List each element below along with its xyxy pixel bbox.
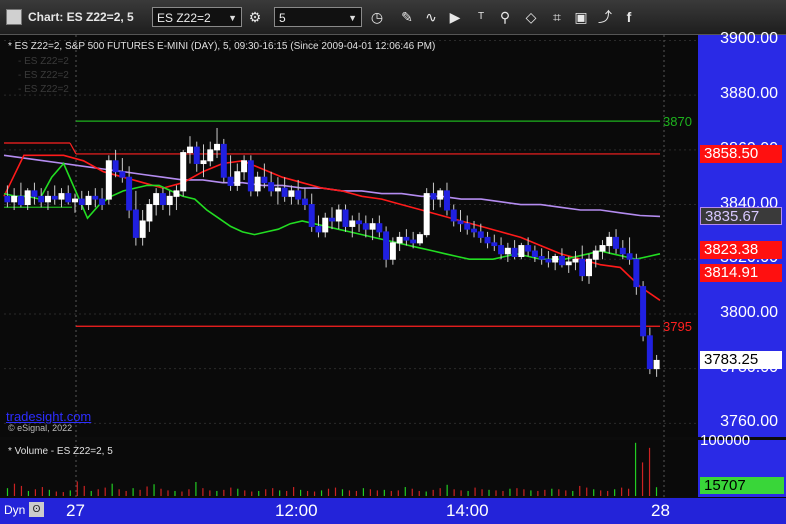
volume-axis-top: 100000	[700, 432, 751, 449]
window-menu-icon[interactable]	[6, 9, 22, 25]
symbol-input[interactable]: ES Z22=2 ▼	[152, 7, 242, 27]
y-tick-7: 3760.00	[720, 413, 778, 431]
eraser-icon[interactable]: ◇	[520, 7, 542, 27]
clock-icon[interactable]: ◷	[366, 7, 388, 27]
share-icon[interactable]: ⤴	[594, 7, 616, 27]
dyn-label: Dyn	[4, 503, 26, 517]
interval-input[interactable]: 5 ▼	[274, 7, 362, 27]
x-label-28: 28	[651, 501, 670, 520]
bookmark-icon[interactable]: ▣	[570, 7, 592, 27]
copyright: © eSignal, 2022	[8, 423, 73, 433]
x-label-1400: 14:00	[446, 501, 489, 520]
y-tick-5: 3800.00	[720, 303, 778, 321]
x-label-27: 27	[66, 501, 85, 520]
price-tag-3: 3814.91	[700, 264, 782, 283]
interval-value: 5	[279, 11, 286, 25]
ghost-legend-1: - ES Z22=2	[18, 56, 69, 67]
grid-icon[interactable]: ⌗	[546, 7, 568, 27]
pencil-icon[interactable]: ✎	[396, 7, 418, 27]
price-legend: * ES Z22=2, S&P 500 FUTURES E-MINI (DAY)…	[8, 41, 436, 52]
chart-icon[interactable]: ∿	[420, 7, 442, 27]
title-bar: Chart: ES Z22=2, 5 ES Z22=2 ▼ ⚙ 5 ▼ ◷ ✎ …	[0, 0, 786, 35]
x-label-1200: 12:00	[275, 501, 318, 520]
price-panel[interactable]	[0, 35, 698, 437]
y-tick-1: 3880.00	[720, 85, 778, 103]
pin-icon[interactable]: ⚲	[494, 7, 516, 27]
volume-last-tag: 15707	[700, 477, 784, 494]
facebook-icon[interactable]: f	[618, 7, 640, 27]
symbol-value: ES Z22=2	[157, 11, 211, 25]
dyn-toggle-icon[interactable]: ʘ	[29, 502, 44, 517]
y-tick-0: 3900.00	[720, 30, 778, 48]
time-axis[interactable]: Dyn ʘ 27 12:00 14:00 28	[0, 498, 786, 524]
ghost-legend-3: - ES Z22=2	[18, 84, 69, 95]
price-tag-4: 3783.25	[700, 350, 782, 369]
window-title: Chart: ES Z22=2, 5	[28, 10, 134, 24]
text-icon[interactable]: T	[470, 7, 492, 27]
settings-gear-icon[interactable]: ⚙	[244, 7, 266, 27]
watermark: tradesight.com	[6, 409, 92, 424]
symbol-dropdown-icon[interactable]: ▼	[228, 8, 237, 28]
volume-legend: * Volume - ES Z22=2, 5	[8, 446, 113, 457]
price-tag-0: 3858.50	[700, 144, 782, 163]
play-icon[interactable]: ▶	[444, 7, 466, 27]
price-tag-1: 3835.67	[700, 207, 782, 226]
interval-dropdown-icon[interactable]: ▼	[348, 8, 357, 28]
ghost-legend-2: - ES Z22=2	[18, 70, 69, 81]
price-tag-2: 3823.38	[700, 241, 782, 259]
